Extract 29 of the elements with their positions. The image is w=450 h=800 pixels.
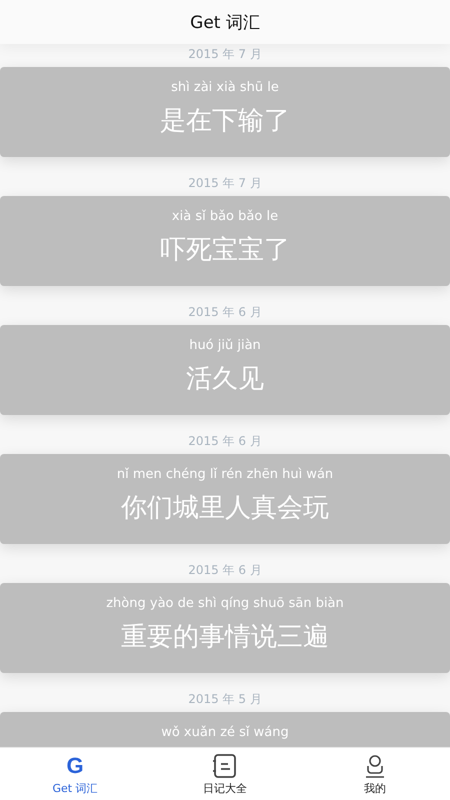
pinyin-text: nǐ men chéng lǐ rén zhēn huì wán xyxy=(116,466,334,484)
entry-date: 2015 年 5 月 xyxy=(187,691,263,708)
nav-tab[interactable]: G Get 词汇 xyxy=(0,748,150,800)
entry-date: 2015 年 7 月 xyxy=(187,46,263,63)
page-title: Get 词汇 xyxy=(190,12,260,34)
phrase-card[interactable]: wǒ xuǎn zé sǐ wáng xyxy=(0,712,450,747)
phrase-card[interactable]: shì zài xià shū le 是在下输了 xyxy=(0,67,450,157)
pinyin-text: shì zài xià shū le xyxy=(171,79,279,97)
pinyin-text: wǒ xuǎn zé sǐ wáng xyxy=(161,724,289,742)
phrase-text: 活久见 xyxy=(186,363,264,396)
phrase-card[interactable]: zhòng yào de shì qíng shuō sān biàn 重要的事情说三遍 xyxy=(0,583,450,673)
phrase-card[interactable]: huó jiǔ jiàn 活久见 xyxy=(0,325,450,415)
notebook-icon xyxy=(212,752,238,778)
pinyin-text: xià sǐ bǎo bǎo le xyxy=(172,208,278,226)
phrase-text: 吓死宝宝了 xyxy=(160,234,290,267)
phrase-card[interactable]: xià sǐ bǎo bǎo le 吓死宝宝了 xyxy=(0,196,450,286)
entry-date: 2015 年 7 月 xyxy=(187,175,263,192)
phrase-card[interactable]: nǐ men chéng lǐ rén zhēn huì wán 你们城里人真会玩 xyxy=(0,454,450,544)
pinyin-text: huó jiǔ jiàn xyxy=(189,337,261,355)
nav-tab[interactable]: 日记大全 xyxy=(150,748,300,800)
entry-date: 2015 年 6 月 xyxy=(187,304,263,321)
nav-tab[interactable]: 我的 xyxy=(300,748,450,800)
pinyin-text: zhòng yào de shì qíng shuō sān biàn xyxy=(106,595,344,613)
entry-date: 2015 年 6 月 xyxy=(187,562,263,579)
phrase-text: 是在下输了 xyxy=(160,105,290,138)
phrase-text: 重要的事情说三遍 xyxy=(121,621,329,654)
entry-date: 2015 年 6 月 xyxy=(187,433,263,450)
phrase-text: 你们城里人真会玩 xyxy=(121,492,329,525)
letter-icon: G xyxy=(66,752,84,778)
